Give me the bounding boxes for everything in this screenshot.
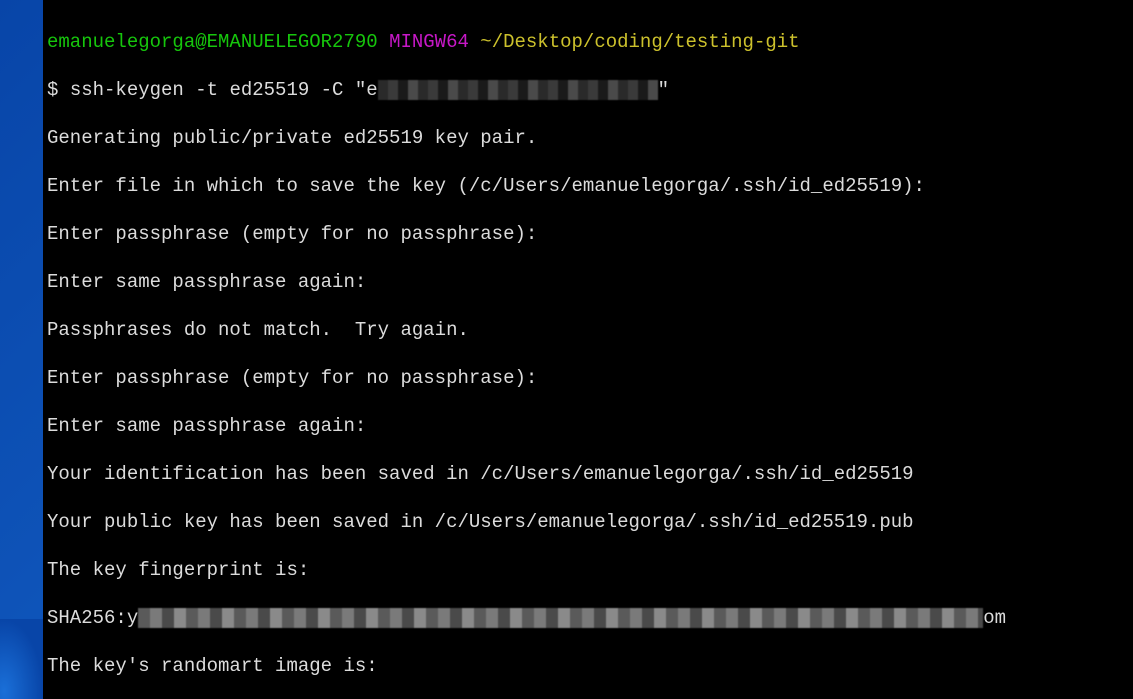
windows-desktop-accent (0, 619, 43, 699)
terminal-window[interactable]: emanuelegorga@EMANUELEGOR2790 MINGW64 ~/… (43, 0, 1133, 699)
prompt-line-1: emanuelegorga@EMANUELEGOR2790 MINGW64 ~/… (47, 30, 1129, 54)
command-line: $ ssh-keygen -t ed25519 -C "e " (47, 78, 1129, 102)
output-line: Enter file in which to save the key (/c/… (47, 174, 1129, 198)
output-line: Enter passphrase (empty for no passphras… (47, 366, 1129, 390)
output-line: The key fingerprint is: (47, 558, 1129, 582)
command-text-part1: ssh-keygen -t ed25519 -C "e (70, 79, 378, 101)
prompt-dollar: $ (47, 79, 70, 101)
user-host: emanuelegorga@EMANUELEGOR2790 (47, 31, 378, 53)
output-line: The key's randomart image is: (47, 654, 1129, 678)
redacted-fingerprint (138, 608, 983, 628)
output-line: Enter same passphrase again: (47, 270, 1129, 294)
output-line: Passphrases do not match. Try again. (47, 318, 1129, 342)
fingerprint-line: SHA256:y om (47, 606, 1129, 630)
sha256-prefix: SHA256:y (47, 607, 138, 629)
mingw-label: MINGW64 (389, 31, 469, 53)
sha256-suffix: om (983, 607, 1006, 629)
output-line: Enter same passphrase again: (47, 414, 1129, 438)
output-line: Enter passphrase (empty for no passphras… (47, 222, 1129, 246)
output-line: Your public key has been saved in /c/Use… (47, 510, 1129, 534)
redacted-email (378, 80, 658, 100)
output-line: Your identification has been saved in /c… (47, 462, 1129, 486)
cwd-path: ~/Desktop/coding/testing-git (480, 31, 799, 53)
output-line: Generating public/private ed25519 key pa… (47, 126, 1129, 150)
command-text-part2: " (658, 79, 669, 101)
